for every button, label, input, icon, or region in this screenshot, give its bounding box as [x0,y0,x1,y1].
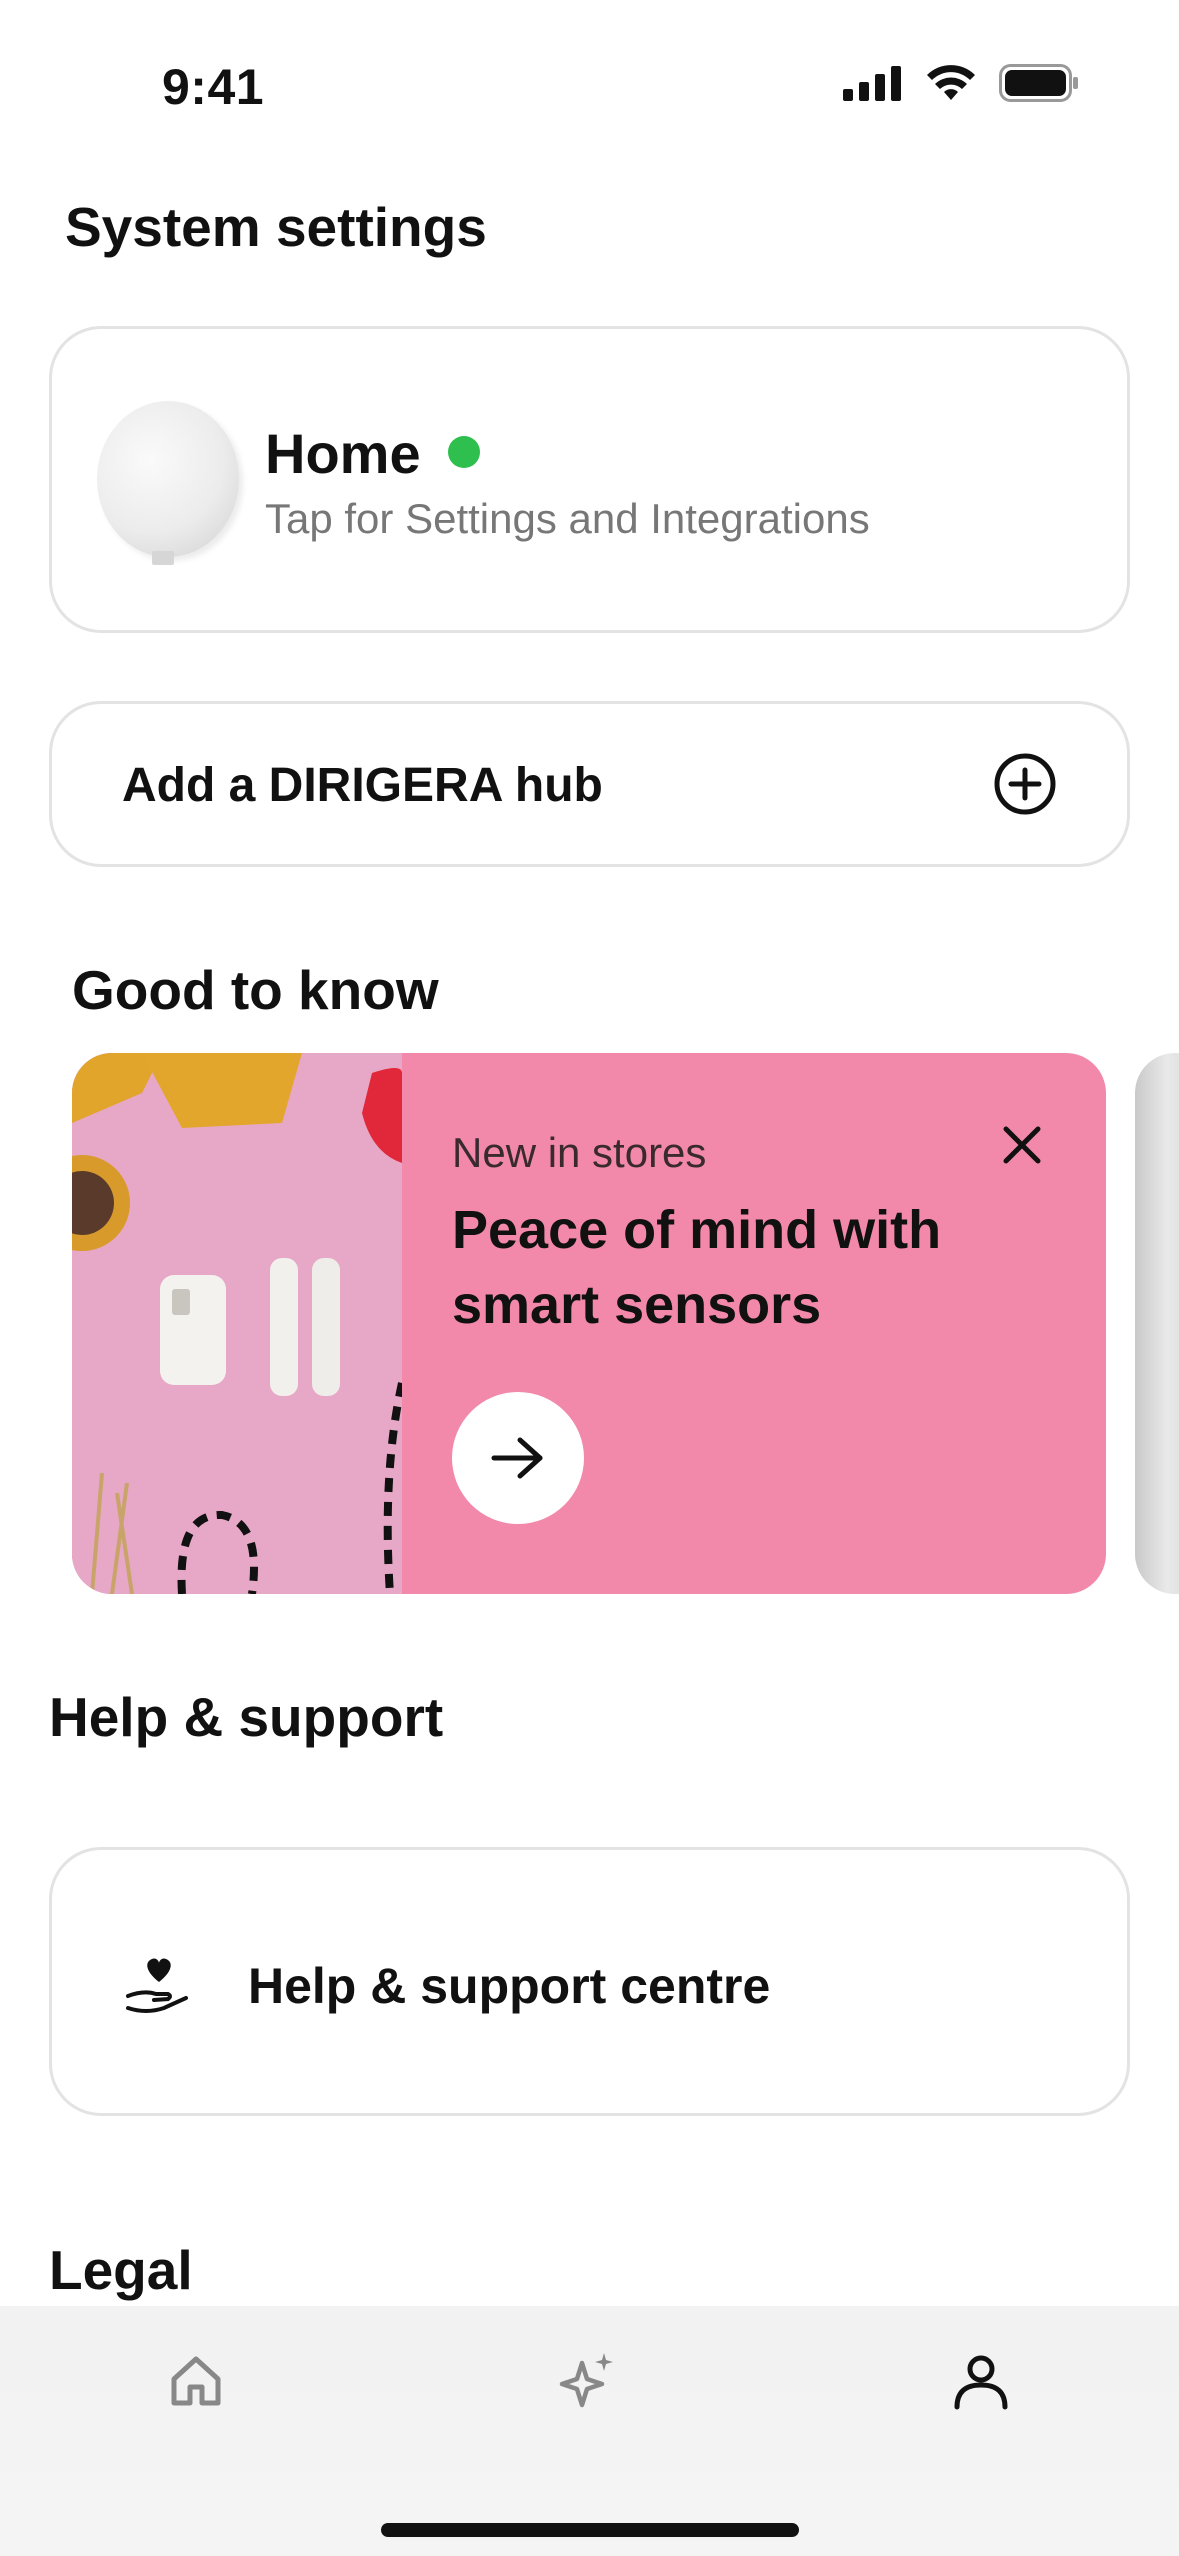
status-time: 9:41 [162,59,265,115]
add-hub-label: Add a DIRIGERA hub [122,759,603,812]
tab-bar [0,2306,1179,2556]
home-icon [171,2356,221,2406]
help-support-centre-label: Help & support centre [248,1958,771,2014]
arrow-right-icon [491,1437,543,1479]
page-title: System settings [65,196,487,258]
hub-subtitle: Tap for Settings and Integrations [265,495,870,542]
promo-content: New in stores Peace of mind with smart s… [402,1053,1106,1594]
add-hub-button[interactable]: Add a DIRIGERA hub [49,701,1130,867]
battery-icon [999,64,1078,102]
sparkle-icon [559,2353,613,2408]
heart-hand-icon [126,1958,188,2013]
promo-illustration [72,1053,402,1594]
tab-profile[interactable] [946,2346,1016,2416]
hub-name: Home [265,422,421,485]
help-support-centre-button[interactable]: Help & support centre [49,1847,1130,2116]
next-promo-card-peek[interactable] [1135,1053,1179,1594]
good-to-know-title: Good to know [72,959,439,1021]
home-indicator[interactable] [381,2523,799,2537]
tab-discover[interactable] [553,2346,623,2416]
help-support-title: Help & support [49,1686,444,1748]
promo-headline: Peace of mind with smart sensors [452,1200,942,1335]
promo-arrow-button[interactable] [452,1392,584,1524]
status-icons [843,64,1079,102]
wifi-icon [927,65,975,100]
person-icon [954,2355,1008,2410]
plus-circle-icon [994,753,1056,815]
legal-title: Legal [49,2239,193,2301]
promo-card[interactable]: New in stores Peace of mind with smart s… [72,1053,1106,1594]
promo-kicker: New in stores [452,1129,707,1176]
promo-image [72,1053,402,1594]
close-icon[interactable] [1000,1123,1044,1167]
hub-card[interactable]: Home Tap for Settings and Integrations [49,326,1130,633]
hub-device-image [97,401,239,565]
tab-home[interactable] [161,2346,231,2416]
online-status-dot [448,436,480,468]
cellular-signal-icon [843,66,901,101]
